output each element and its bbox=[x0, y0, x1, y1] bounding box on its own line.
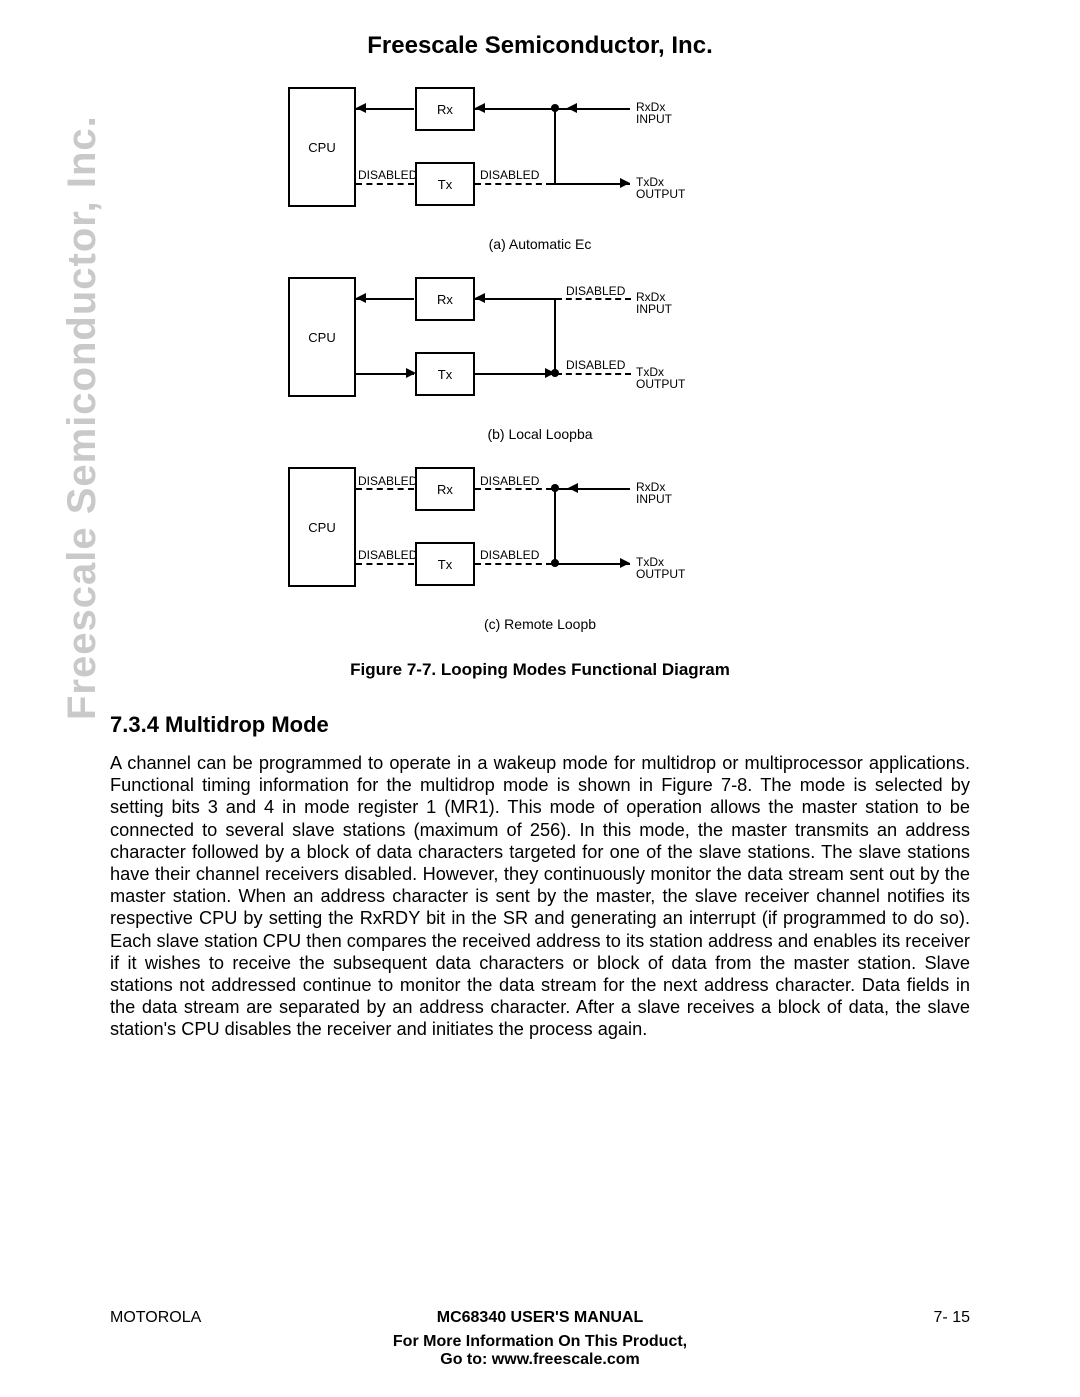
cpu-box: CPU bbox=[288, 277, 356, 397]
tx-box: Tx bbox=[415, 352, 475, 396]
rxdx-label: RxDxINPUT bbox=[636, 101, 672, 125]
rxdx-label: RxDxINPUT bbox=[636, 291, 672, 315]
tx-box: Tx bbox=[415, 542, 475, 586]
caption-c: (c) Remote Loopb bbox=[280, 616, 800, 632]
disabled-label: DISABLED bbox=[480, 168, 539, 182]
figure-diagrams: CPU Rx Tx DISABLED DISABLED RxDxINPUT Tx… bbox=[280, 80, 800, 652]
disabled-label: DISABLED bbox=[358, 168, 417, 182]
diagram-a: CPU Rx Tx DISABLED DISABLED RxDxINPUT Tx… bbox=[280, 82, 800, 222]
rx-box: Rx bbox=[415, 87, 475, 131]
footer-info: For More Information On This Product,Go … bbox=[0, 1333, 1080, 1369]
tx-box: Tx bbox=[415, 162, 475, 206]
caption-a: (a) Automatic Ec bbox=[280, 236, 800, 252]
disabled-label: DISABLED bbox=[358, 474, 417, 488]
txdx-label: TxDxOUTPUT bbox=[636, 366, 685, 390]
footer-center: MC68340 USER'S MANUAL bbox=[110, 1309, 970, 1327]
page-header: Freescale Semiconductor, Inc. bbox=[0, 32, 1080, 60]
disabled-label: DISABLED bbox=[358, 548, 417, 562]
footer-row: MC68340 USER'S MANUAL MOTOROLA 7- 15 bbox=[110, 1309, 970, 1327]
txdx-label: TxDxOUTPUT bbox=[636, 556, 685, 580]
cpu-box: CPU bbox=[288, 467, 356, 587]
rx-box: Rx bbox=[415, 467, 475, 511]
section-heading: 7.3.4 Multidrop Mode bbox=[110, 712, 329, 738]
txdx-label: TxDxOUTPUT bbox=[636, 176, 685, 200]
disabled-label: DISABLED bbox=[566, 358, 625, 372]
section-body: A channel can be programmed to operate i… bbox=[110, 752, 970, 1041]
cpu-box: CPU bbox=[288, 87, 356, 207]
watermark-text: Freescale Semiconductor, Inc. bbox=[60, 115, 105, 720]
figure-title: Figure 7-7. Looping Modes Functional Dia… bbox=[0, 660, 1080, 680]
page: Freescale Semiconductor, Inc. Freescale … bbox=[0, 0, 1080, 1397]
disabled-label: DISABLED bbox=[566, 284, 625, 298]
disabled-label: DISABLED bbox=[480, 474, 539, 488]
rx-box: Rx bbox=[415, 277, 475, 321]
diagram-c: CPU Rx Tx DISABLED DISABLED DISABLED DIS… bbox=[280, 462, 800, 602]
diagram-b: CPU Rx Tx DISABLED DISABLED Rx bbox=[280, 272, 800, 412]
disabled-label: DISABLED bbox=[480, 548, 539, 562]
rxdx-label: RxDxINPUT bbox=[636, 481, 672, 505]
caption-b: (b) Local Loopba bbox=[280, 426, 800, 442]
